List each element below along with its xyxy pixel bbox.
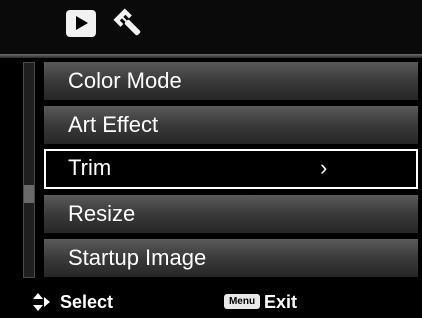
menu-key-icon: Menu <box>224 294 260 309</box>
menu-list: Color Mode Art Effect Trim › Resize Star… <box>44 62 418 278</box>
playback-icon[interactable] <box>66 10 96 37</box>
tab-separator <box>0 54 422 58</box>
menu-item-color-mode[interactable]: Color Mode <box>44 62 418 100</box>
menu-item-startup-image[interactable]: Startup Image <box>44 239 418 277</box>
scrollbar-thumb[interactable] <box>24 185 34 203</box>
menu-item-resize[interactable]: Resize <box>44 195 418 233</box>
camera-menu-screen: Color Mode Art Effect Trim › Resize Star… <box>0 0 422 318</box>
up-down-right-nav-icon <box>32 292 52 312</box>
menu-item-label: Startup Image <box>68 245 207 270</box>
tab-bar <box>0 0 422 54</box>
scrollbar-track[interactable] <box>23 62 35 278</box>
menu-item-label: Resize <box>68 201 136 226</box>
chevron-right-icon: › <box>320 155 328 180</box>
wrench-icon[interactable] <box>112 8 146 40</box>
menu-item-label: Trim <box>68 155 112 180</box>
hint-bar: Select Menu Exit <box>0 286 422 318</box>
exit-hint-label: Exit <box>264 292 298 312</box>
menu-item-trim[interactable]: Trim › <box>44 149 418 189</box>
menu-item-label: Color Mode <box>68 68 182 93</box>
menu-item-art-effect[interactable]: Art Effect <box>44 106 418 144</box>
select-hint-label: Select <box>60 292 114 312</box>
menu-item-label: Art Effect <box>68 112 159 137</box>
